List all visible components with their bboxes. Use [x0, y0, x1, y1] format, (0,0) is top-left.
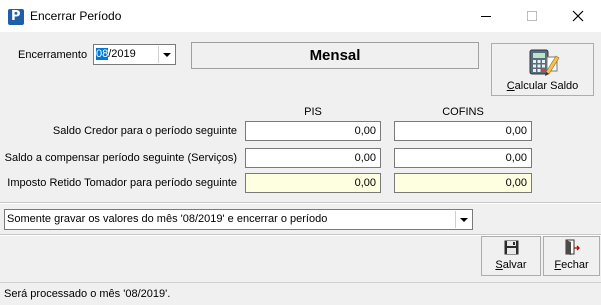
- period-month-selected: 08: [96, 48, 109, 60]
- row-label-saldo-compensar: Saldo a compensar período seguinte (Serv…: [4, 152, 237, 164]
- imposto-retido-pis-field: 0,00: [245, 173, 381, 193]
- column-header-pis: PIS: [304, 106, 322, 118]
- app-logo-icon: P: [8, 9, 24, 25]
- salvar-label: Salvar: [495, 259, 527, 271]
- saldo-compensar-pis-input[interactable]: 0,00: [245, 148, 381, 168]
- minimize-icon: [481, 16, 491, 17]
- close-icon: [572, 10, 584, 22]
- action-select[interactable]: Somente gravar os valores do mês '08/201…: [4, 209, 473, 230]
- period-year: /2019: [108, 48, 136, 60]
- status-text: Será processado o mês '08/2019'.: [4, 288, 171, 300]
- maximize-icon: [527, 11, 537, 21]
- saldo-credor-cofins-input[interactable]: 0,00: [394, 121, 532, 141]
- saldo-credor-pis-input[interactable]: 0,00: [245, 121, 381, 141]
- encerramento-period-select[interactable]: 08/2019: [93, 44, 176, 65]
- row-label-saldo-credor: Saldo Credor para o período seguinte: [52, 125, 237, 137]
- saldo-compensar-cofins-input[interactable]: 0,00: [394, 148, 532, 168]
- imposto-retido-cofins-field: 0,00: [394, 173, 532, 193]
- chevron-down-icon[interactable]: [455, 211, 471, 228]
- column-header-cofins: COFINS: [442, 106, 484, 118]
- action-select-value: Somente gravar os valores do mês '08/201…: [7, 213, 328, 225]
- separator: [0, 202, 601, 204]
- floppy-disk-icon: [504, 240, 519, 255]
- calculator-icon: [529, 49, 560, 76]
- status-bar: Será processado o mês '08/2019'.: [0, 282, 601, 305]
- close-button[interactable]: [555, 0, 601, 32]
- exit-door-icon: [565, 239, 580, 255]
- row-label-imposto-retido: Imposto Retido Tomador para período segu…: [7, 177, 237, 189]
- encerramento-label: Encerramento: [18, 49, 88, 61]
- fechar-button[interactable]: Fechar: [543, 236, 600, 276]
- window-title: Encerrar Período: [30, 9, 122, 23]
- chevron-down-icon[interactable]: [158, 46, 174, 63]
- fechar-label: Fechar: [554, 259, 589, 271]
- calcular-saldo-button[interactable]: Calcular Saldo: [491, 43, 594, 96]
- title-bar: P Encerrar Período: [0, 0, 601, 32]
- minimize-button[interactable]: [463, 0, 509, 32]
- maximize-button: [509, 0, 555, 32]
- salvar-button[interactable]: Salvar: [481, 236, 541, 276]
- periodicity-display: Mensal: [191, 42, 479, 69]
- calcular-saldo-label: Calcular Saldo: [506, 80, 579, 92]
